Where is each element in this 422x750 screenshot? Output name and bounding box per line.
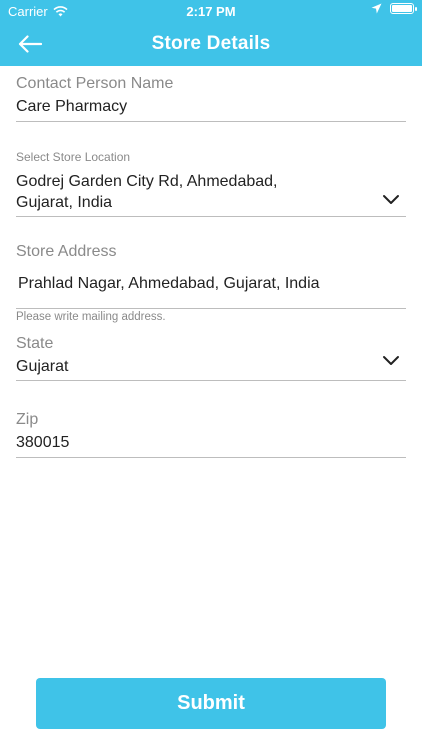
app-header: Carrier 2:17 PM Store Details xyxy=(0,0,422,66)
contact-person-field[interactable]: Contact Person Name Care Pharmacy xyxy=(16,70,406,122)
page-title: Store Details xyxy=(151,33,271,54)
state-value: Gujarat xyxy=(16,358,69,375)
nav-bar: Store Details xyxy=(0,26,422,62)
chevron-down-icon[interactable] xyxy=(382,193,400,205)
battery-icon xyxy=(390,3,417,14)
zip-label: Zip xyxy=(16,411,39,428)
state-select[interactable]: State Gujarat xyxy=(16,332,406,381)
submit-button[interactable]: Submit xyxy=(36,678,386,729)
status-bar: Carrier 2:17 PM xyxy=(0,0,422,22)
store-location-value-line1: Godrej Garden City Rd, Ahmedabad, xyxy=(16,173,278,190)
store-location-label: Select Store Location xyxy=(16,150,131,164)
store-address-label: Store Address xyxy=(16,243,117,260)
status-time: 2:17 PM xyxy=(186,4,236,19)
zip-field[interactable]: Zip 380015 xyxy=(16,408,406,458)
location-arrow-icon xyxy=(371,3,382,14)
store-location-value-line2: Gujarat, India xyxy=(16,194,113,211)
chevron-down-icon[interactable] xyxy=(382,354,400,366)
contact-person-label: Contact Person Name xyxy=(16,75,174,92)
store-address-input[interactable]: Prahlad Nagar, Ahmedabad, Gujarat, India xyxy=(18,273,320,295)
status-indicators xyxy=(371,3,417,14)
zip-input[interactable]: 380015 xyxy=(16,432,69,454)
store-address-helper: Please write mailing address. xyxy=(16,311,166,323)
store-location-select[interactable]: Select Store Location Godrej Garden City… xyxy=(16,146,406,217)
battery-fill xyxy=(392,5,412,12)
state-label: State xyxy=(16,335,54,352)
store-address-field[interactable]: Store Address Prahlad Nagar, Ahmedabad, … xyxy=(16,240,406,309)
contact-person-input[interactable]: Care Pharmacy xyxy=(16,96,127,118)
